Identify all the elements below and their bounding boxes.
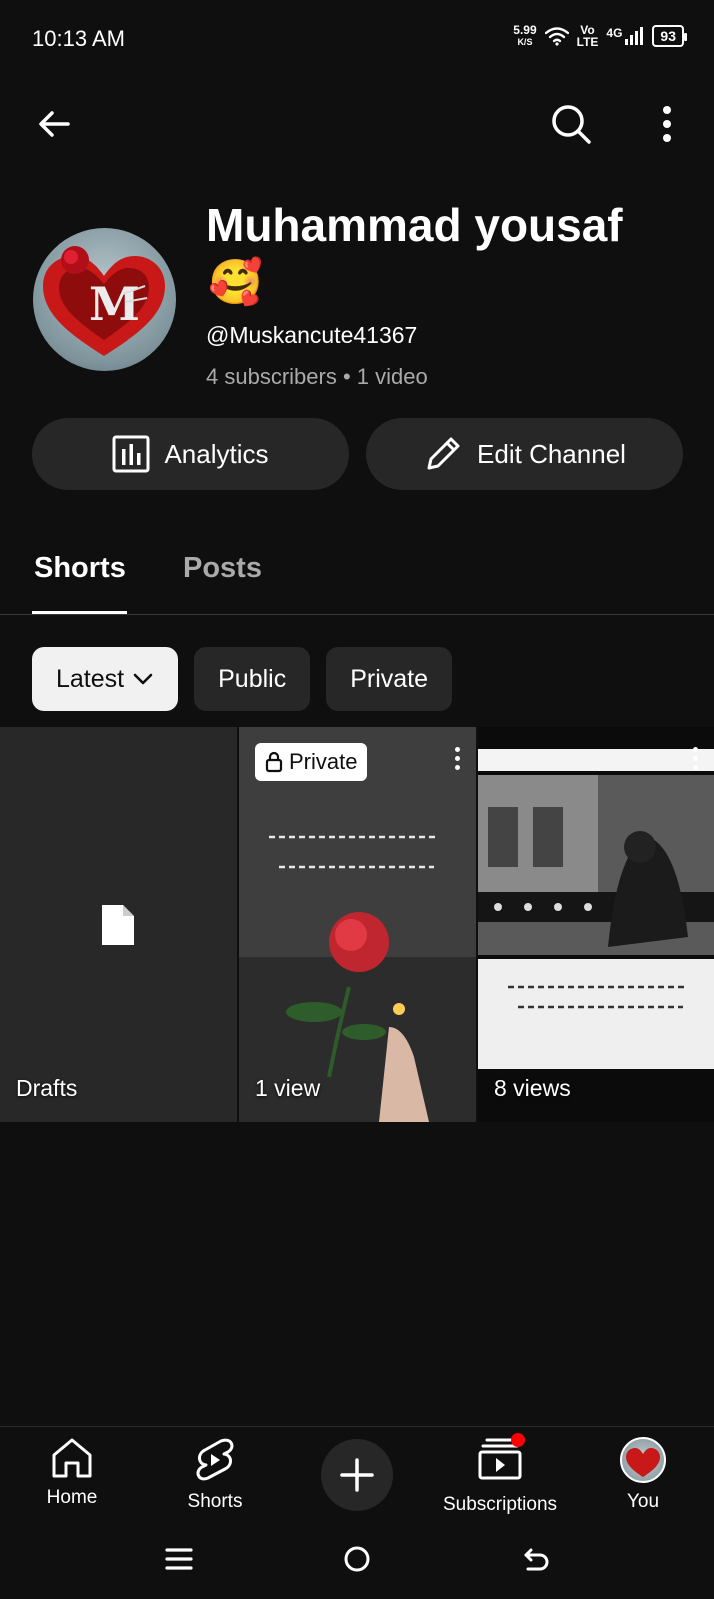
volte-indicator: Vo LTE	[577, 24, 599, 48]
nav-shorts[interactable]: Shorts	[145, 1437, 285, 1513]
network-speed-value: 5.99	[513, 23, 537, 37]
status-icons: 5.99 K/S Vo LTE 4G 93	[513, 24, 687, 48]
more-options-button[interactable]	[639, 96, 695, 152]
more-options-icon[interactable]	[454, 747, 462, 774]
back-icon[interactable]	[522, 1544, 552, 1574]
more-options-icon[interactable]	[692, 747, 700, 774]
rose-thumbnail-image	[239, 727, 476, 1122]
nav-you-label: You	[626, 1491, 660, 1512]
analytics-label: Analytics	[164, 438, 269, 469]
nav-home-label: Home	[46, 1487, 98, 1508]
notification-dot	[511, 1433, 525, 1447]
pencil-icon	[427, 437, 460, 470]
you-avatar	[620, 1437, 666, 1483]
arrow-left-icon	[39, 111, 70, 137]
signal-bars-icon	[625, 27, 644, 45]
heart-avatar-icon	[626, 1448, 660, 1477]
nav-subscriptions[interactable]: Subscriptions	[430, 1433, 570, 1516]
document-icon	[102, 905, 134, 945]
filter-public-chip[interactable]: Public	[194, 647, 311, 711]
filter-chips: Latest Public Private	[32, 647, 453, 711]
tab-shorts[interactable]: Shorts	[34, 552, 126, 585]
view-count: 1 view	[255, 1075, 321, 1101]
channel-tabs: Shorts Posts	[0, 540, 714, 615]
analytics-icon	[112, 435, 150, 473]
sad-person-thumbnail-image	[478, 727, 714, 1122]
shorts-grid: Drafts Private 1 view 8 views	[0, 727, 714, 1122]
subscriptions-icon-wrap	[477, 1433, 525, 1486]
tab-posts[interactable]: Posts	[183, 552, 262, 585]
private-badge-label: Private	[289, 749, 358, 774]
volte-bottom: LTE	[576, 35, 599, 49]
edit-channel-label: Edit Channel	[477, 438, 626, 469]
filter-private-chip[interactable]: Private	[326, 647, 453, 711]
status-bar: 10:13 AM 5.99 K/S Vo LTE 4G 93	[0, 0, 714, 80]
sort-latest-chip[interactable]: Latest	[32, 647, 179, 711]
status-time: 10:13 AM	[32, 26, 125, 51]
channel-avatar[interactable]: M	[33, 228, 176, 371]
home-icon	[52, 1438, 92, 1478]
network-speed-unit: K/S	[517, 37, 533, 47]
nav-subscriptions-label: Subscriptions	[442, 1494, 558, 1515]
battery-indicator: 93	[652, 25, 687, 47]
top-app-bar	[0, 96, 714, 160]
nav-you[interactable]: You	[573, 1437, 713, 1513]
short-thumbnail[interactable]: 8 views	[478, 727, 714, 1122]
channel-name: Muhammad yousaf	[206, 199, 623, 251]
home-circle-icon[interactable]	[342, 1544, 372, 1574]
avatar-letter: M	[89, 277, 140, 331]
wifi-icon	[544, 27, 569, 46]
heart-avatar-image: M	[43, 246, 165, 356]
drafts-tile[interactable]: Drafts	[0, 727, 237, 1122]
back-button[interactable]	[26, 96, 82, 152]
edit-channel-button[interactable]: Edit Channel	[366, 418, 683, 490]
private-badge: Private	[255, 743, 368, 781]
nav-home[interactable]: Home	[2, 1437, 142, 1509]
network-speed: 5.99 K/S	[513, 24, 536, 48]
search-button[interactable]	[543, 96, 599, 152]
smiling-face-hearts-icon: 🥰	[208, 258, 263, 307]
view-count: 8 views	[494, 1075, 571, 1101]
search-icon	[552, 105, 591, 144]
system-navigation	[0, 1530, 714, 1599]
analytics-button[interactable]: Analytics	[32, 418, 349, 490]
chevron-down-icon	[133, 673, 153, 685]
plus-icon	[340, 1458, 374, 1492]
nav-shorts-label: Shorts	[187, 1491, 243, 1512]
shorts-icon	[196, 1438, 234, 1481]
sort-latest-label: Latest	[56, 664, 125, 693]
network-type: 4G	[606, 26, 623, 40]
recents-icon[interactable]	[164, 1544, 194, 1574]
channel-handle: @Muskancute41367	[206, 322, 418, 348]
more-vertical-icon	[663, 106, 671, 142]
create-button[interactable]	[321, 1439, 393, 1511]
lock-icon	[265, 751, 283, 773]
drafts-label: Drafts	[16, 1075, 78, 1101]
short-thumbnail[interactable]: Private 1 view	[239, 727, 476, 1122]
bottom-navigation: Home Shorts Subscriptions You	[0, 1426, 714, 1526]
signal-icon: 4G	[606, 26, 644, 46]
active-tab-indicator	[32, 611, 127, 614]
channel-stats: 4 subscribers • 1 video	[206, 364, 428, 389]
